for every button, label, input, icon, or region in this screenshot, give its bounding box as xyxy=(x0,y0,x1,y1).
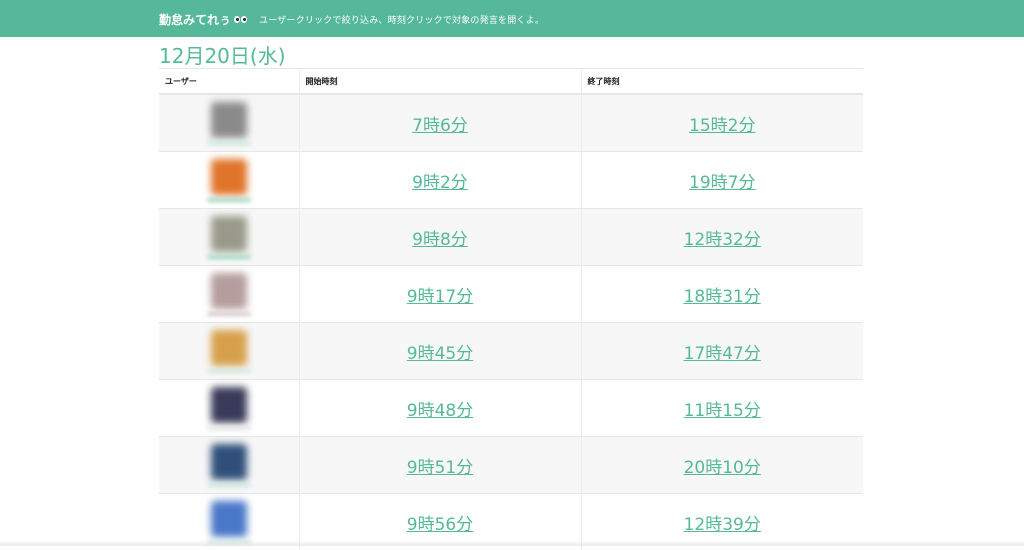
end-time-link[interactable]: 20時10分 xyxy=(684,458,761,478)
table-header-row: ユーザー 開始時刻 終了時刻 xyxy=(159,69,863,95)
user-name-blurred[interactable] xyxy=(207,426,251,430)
start-time-cell: 9時17分 xyxy=(299,266,581,323)
column-header-start: 開始時刻 xyxy=(299,69,581,95)
column-header-end: 終了時刻 xyxy=(581,69,863,95)
start-time-link[interactable]: 9時45分 xyxy=(407,344,473,364)
end-time-cell: 11時15分 xyxy=(581,380,863,437)
user-name-blurred[interactable] xyxy=(207,483,251,487)
start-time-cell: 9時51分 xyxy=(299,437,581,494)
avatar[interactable] xyxy=(211,273,247,309)
avatar[interactable] xyxy=(211,102,247,138)
user-cell[interactable] xyxy=(159,266,299,323)
usage-hint: ユーザークリックで絞り込み、時刻クリックで対象の発言を開くよ。 xyxy=(259,13,544,26)
attendance-table: ユーザー 開始時刻 終了時刻 7時6分 15時2分 9時2分 19時7分 9時8分 12時… xyxy=(159,68,863,550)
user-cell[interactable] xyxy=(159,323,299,380)
table-row: 9時45分 17時47分 xyxy=(159,323,863,380)
avatar[interactable] xyxy=(211,330,247,366)
user-name-blurred[interactable] xyxy=(207,255,251,259)
start-time-link[interactable]: 9時8分 xyxy=(412,230,468,250)
user-cell[interactable] xyxy=(159,437,299,494)
avatar[interactable] xyxy=(211,444,247,480)
end-time-cell: 18時31分 xyxy=(581,266,863,323)
start-time-link[interactable]: 9時51分 xyxy=(407,458,473,478)
end-time-link[interactable]: 12時32分 xyxy=(684,230,761,250)
end-time-cell: 15時2分 xyxy=(581,94,863,152)
end-time-cell: 12時32分 xyxy=(581,209,863,266)
start-time-cell: 9時8分 xyxy=(299,209,581,266)
brand-title: 勤怠みてれぅ xyxy=(159,11,231,28)
table-row: 7時6分 15時2分 xyxy=(159,94,863,152)
table-row: 9時48分 11時15分 xyxy=(159,380,863,437)
date-heading: 12月20日(水) xyxy=(159,40,286,69)
table-row: 9時51分 20時10分 xyxy=(159,437,863,494)
start-time-link[interactable]: 7時6分 xyxy=(412,116,468,136)
avatar[interactable] xyxy=(211,387,247,423)
brand-link[interactable]: 勤怠みてれぅ xyxy=(159,11,247,28)
user-cell[interactable] xyxy=(159,209,299,266)
end-time-link[interactable]: 19時7分 xyxy=(689,173,755,193)
avatar[interactable] xyxy=(211,216,247,252)
end-time-cell: 19時7分 xyxy=(581,152,863,209)
start-time-cell: 9時48分 xyxy=(299,380,581,437)
table-row: 9時2分 19時7分 xyxy=(159,152,863,209)
bottom-shadow xyxy=(0,540,1024,546)
start-time-link[interactable]: 9時17分 xyxy=(407,287,473,307)
end-time-cell: 17時47分 xyxy=(581,323,863,380)
user-name-blurred[interactable] xyxy=(207,141,251,145)
start-time-link[interactable]: 9時56分 xyxy=(407,515,473,535)
user-name-blurred[interactable] xyxy=(207,312,251,316)
end-time-cell: 20時10分 xyxy=(581,437,863,494)
start-time-link[interactable]: 9時48分 xyxy=(407,401,473,421)
user-cell[interactable] xyxy=(159,380,299,437)
table-row: 9時8分 12時32分 xyxy=(159,209,863,266)
navbar: 勤怠みてれぅ ユーザークリックで絞り込み、時刻クリックで対象の発言を開くよ。 xyxy=(0,0,1024,37)
start-time-cell: 9時45分 xyxy=(299,323,581,380)
table-row: 9時17分 18時31分 xyxy=(159,266,863,323)
avatar[interactable] xyxy=(211,501,247,537)
start-time-link[interactable]: 9時2分 xyxy=(412,173,468,193)
user-name-blurred[interactable] xyxy=(207,369,251,373)
end-time-link[interactable]: 17時47分 xyxy=(684,344,761,364)
column-header-user: ユーザー xyxy=(159,69,299,95)
user-cell[interactable] xyxy=(159,94,299,152)
avatar[interactable] xyxy=(211,159,247,195)
start-time-cell: 7時6分 xyxy=(299,94,581,152)
eyes-icon xyxy=(234,16,247,23)
end-time-link[interactable]: 12時39分 xyxy=(684,515,761,535)
user-cell[interactable] xyxy=(159,152,299,209)
user-name-blurred[interactable] xyxy=(207,198,251,202)
end-time-link[interactable]: 18時31分 xyxy=(684,287,761,307)
end-time-link[interactable]: 15時2分 xyxy=(689,116,755,136)
end-time-link[interactable]: 11時15分 xyxy=(684,401,761,421)
start-time-cell: 9時2分 xyxy=(299,152,581,209)
